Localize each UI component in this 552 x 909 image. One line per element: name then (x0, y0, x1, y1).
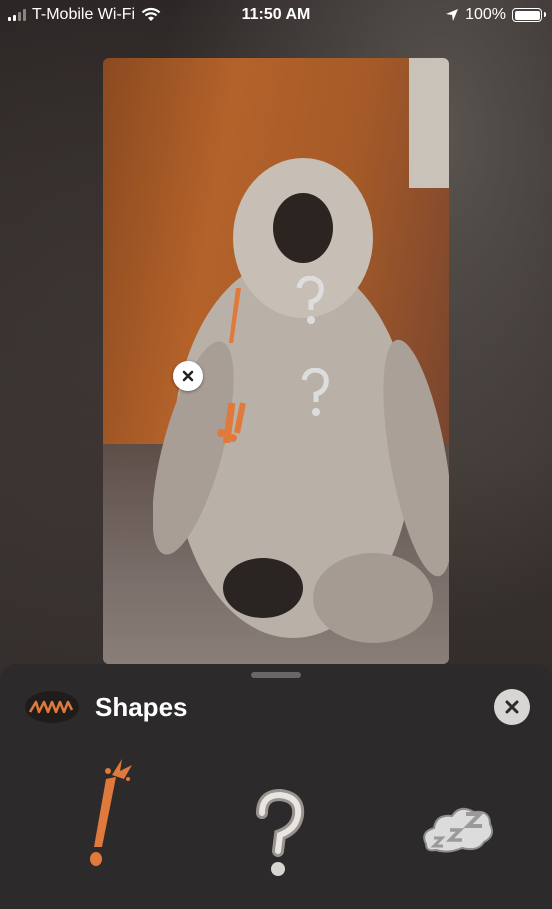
status-bar: T-Mobile Wi-Fi 11:50 AM 100% (0, 0, 552, 32)
placed-exclamation-sticker[interactable] (203, 283, 253, 443)
question-mark-sticker[interactable] (248, 789, 310, 881)
placed-question-sticker-1[interactable] (293, 276, 327, 326)
squiggle-icon (25, 691, 79, 723)
location-arrow-icon (446, 9, 459, 21)
exclamation-sticker[interactable] (80, 757, 140, 872)
battery-icon (512, 8, 546, 22)
photo-canvas[interactable] (103, 58, 449, 664)
remove-sticker-button[interactable] (173, 361, 203, 391)
close-icon (182, 370, 194, 382)
sheet-title: Shapes (95, 692, 188, 722)
battery-percent: 100% (465, 6, 506, 23)
close-sheet-button[interactable] (494, 689, 530, 725)
sheet-grabber[interactable] (251, 672, 301, 678)
zzz-sticker[interactable] (418, 802, 496, 854)
shapes-sheet: Shapes (0, 664, 552, 909)
close-icon (505, 700, 519, 714)
placed-question-sticker-2[interactable] (298, 368, 332, 418)
